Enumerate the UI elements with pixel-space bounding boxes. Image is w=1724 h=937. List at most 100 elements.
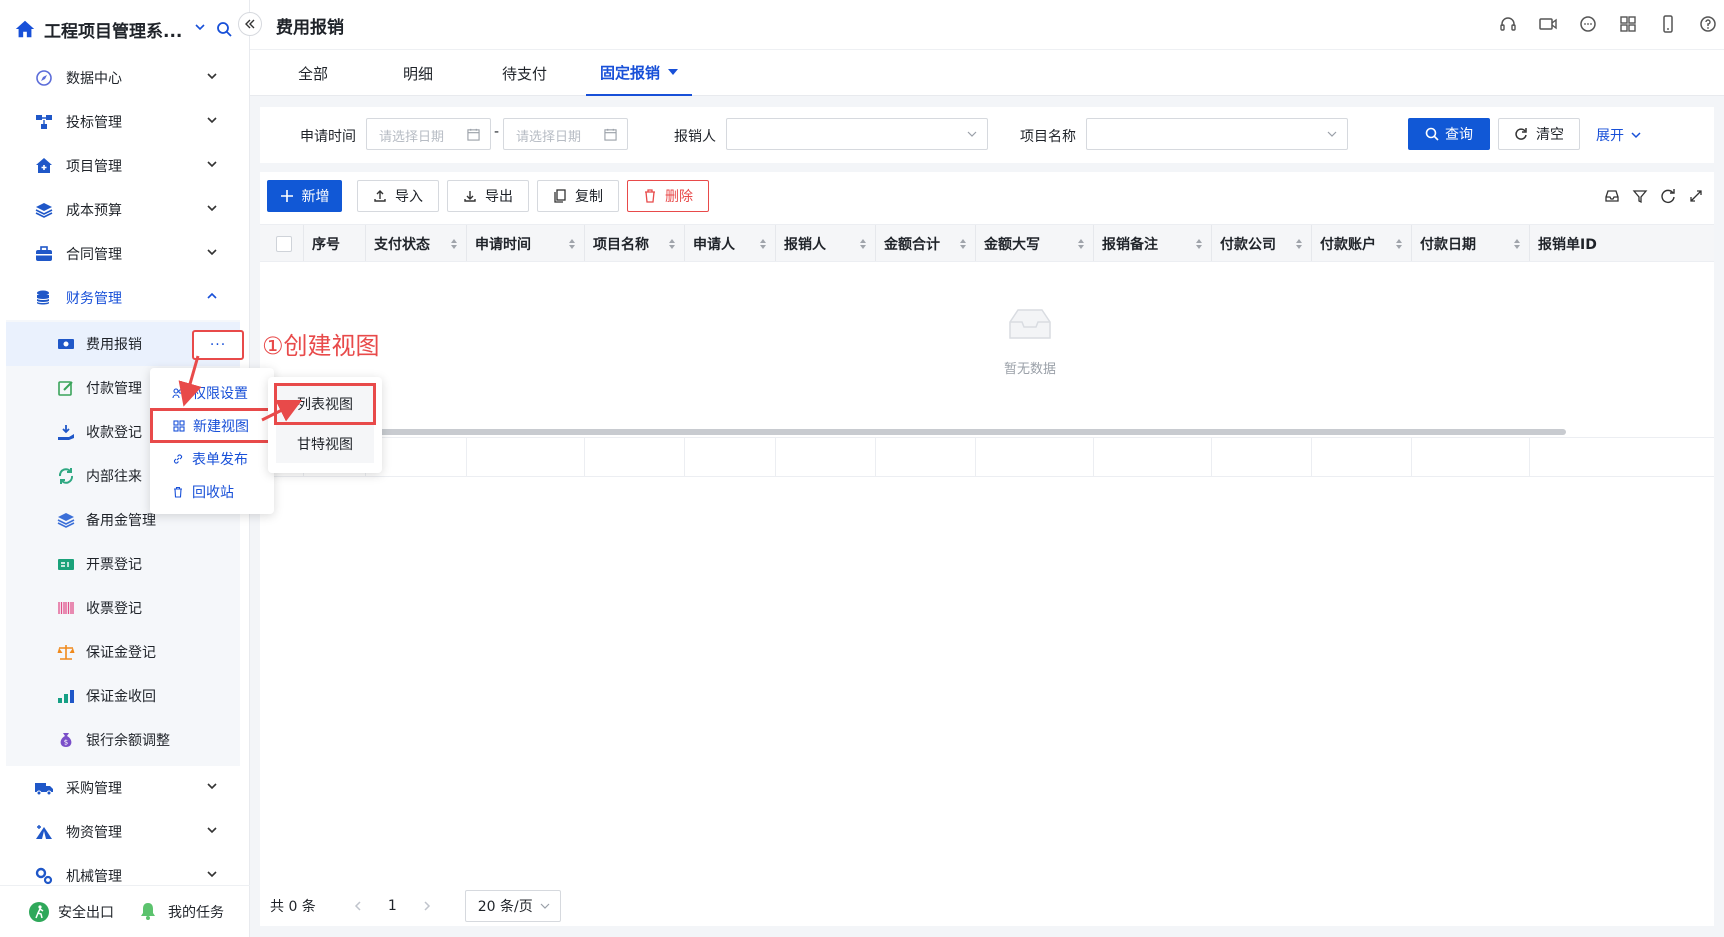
page-size-select[interactable]: 20 条/页 [464,890,561,922]
add-button[interactable]: 新增 [267,180,342,212]
select-all-checkbox[interactable] [276,236,292,252]
column-label: 付款公司 [1220,237,1276,253]
start-date-input[interactable]: 请选择日期 [366,118,491,150]
menu-item-gantt-view[interactable]: 甘特视图 [276,425,374,463]
date-placeholder: 请选择日期 [516,130,582,145]
sort-icon[interactable] [568,238,576,250]
expand-filter-link[interactable]: 展开 [1596,125,1642,145]
sort-icon[interactable] [759,238,767,250]
prev-page-icon[interactable] [352,900,364,912]
menu-item-publish-form[interactable]: 表单发布 [150,442,274,475]
safe-exit-button[interactable]: 安全出口 [28,901,114,923]
filter-icon[interactable] [1632,188,1648,204]
sidebar-item-material[interactable]: 物资管理 [0,810,250,854]
sidebar-item-budget[interactable]: 成本预算 [0,188,250,232]
collapse-sidebar-button[interactable] [238,12,262,36]
dropdown-triangle-icon[interactable] [668,69,679,75]
gears-icon [34,866,54,886]
column-header[interactable]: 金额合计 [876,225,976,261]
sort-icon[interactable] [1077,238,1085,250]
apps-grid-icon[interactable] [1618,14,1638,34]
headset-icon[interactable] [1498,14,1518,34]
column-header[interactable]: 付款日期 [1412,225,1530,261]
sidebar-item-expense-reimburse[interactable]: 费用报销 ··· [6,322,244,366]
table-cell [1212,438,1312,476]
sidebar-item-invoice-receive[interactable]: 收票登记 [6,586,240,630]
chevron-down-icon [207,161,217,168]
column-header[interactable]: 项目名称 [585,225,685,261]
sort-icon[interactable] [959,238,967,250]
chevron-down-icon[interactable] [194,21,206,37]
tab-fixed-reimburse[interactable]: 固定报销 [586,50,693,96]
sidebar-item-deposit-register[interactable]: 保证金登记 [6,630,240,674]
horizontal-scrollbar[interactable] [356,429,1566,435]
upload-icon [373,189,387,203]
brand[interactable]: 工程项目管理系... [14,14,232,44]
download-icon [463,189,477,203]
inbox-icon[interactable] [1604,188,1620,204]
delete-button[interactable]: 删除 [627,180,709,212]
column-header[interactable]: 报销备注 [1094,225,1212,261]
sort-icon[interactable] [859,238,867,250]
column-label: 申请人 [693,237,735,253]
column-label: 金额合计 [884,237,940,253]
sidebar-item-finance[interactable]: 财务管理 [0,276,250,320]
tent-icon [34,822,54,842]
column-header[interactable]: 金额大写 [976,225,1094,261]
menu-item-list-view[interactable]: 列表视图 [274,383,376,425]
column-header[interactable]: 报销单ID [1530,225,1714,261]
sidebar-item-project[interactable]: 项目管理 [0,144,250,188]
sidebar-item-bidding[interactable]: 投标管理 [0,100,250,144]
copy-button[interactable]: 复制 [537,180,619,212]
sort-icon[interactable] [1295,238,1303,250]
sidebar-item-purchase[interactable]: 采购管理 [0,766,250,810]
sort-icon[interactable] [668,238,676,250]
sidebar-item-label: 收款登记 [86,425,142,441]
menu-item-new-view[interactable]: 新建视图 [150,408,274,443]
chat-icon[interactable] [1578,14,1598,34]
sidebar-item-contract[interactable]: 合同管理 [0,232,250,276]
sidebar-item-invoice-issue[interactable]: 开票登记 [6,542,240,586]
tab-detail[interactable]: 明细 [403,50,433,96]
menu-item-recycle-bin[interactable]: 回收站 [150,475,274,508]
current-page[interactable]: 1 [388,898,397,914]
sort-icon[interactable] [1395,238,1403,250]
column-header[interactable]: 申请时间 [467,225,585,261]
next-page-icon[interactable] [421,900,433,912]
empty-state: 暂无数据 [960,304,1100,377]
column-header[interactable]: 支付状态 [366,225,467,261]
menu-item-permissions[interactable]: 权限设置 [150,376,274,409]
fullscreen-icon[interactable] [1688,188,1704,204]
table-panel: 新增 导入 导出 复制 删除 序号 支付状态 申请时间 项目名称 申请人 报销人… [260,172,1714,926]
column-header[interactable]: 申请人 [685,225,776,261]
my-tasks-button[interactable]: 我的任务 [138,901,224,923]
query-button[interactable]: 查询 [1408,118,1490,150]
end-date-input[interactable]: 请选择日期 [503,118,628,150]
column-header[interactable]: 付款公司 [1212,225,1312,261]
column-header[interactable]: 付款账户 [1312,225,1412,261]
sidebar-item-deposit-return[interactable]: 保证金收回 [6,674,240,718]
import-button[interactable]: 导入 [357,180,439,212]
column-header[interactable]: 序号 [304,225,366,261]
money-bag-icon: $ [56,730,76,750]
tab-pending-payment[interactable]: 待支付 [502,50,547,96]
sort-icon[interactable] [1195,238,1203,250]
column-header[interactable]: 报销人 [776,225,876,261]
project-select[interactable] [1086,118,1348,150]
more-options-button[interactable]: ··· [192,330,244,360]
clear-button[interactable]: 清空 [1498,118,1580,150]
search-icon[interactable] [216,21,232,37]
refresh-icon[interactable] [1660,188,1676,204]
mobile-icon[interactable] [1658,14,1678,34]
help-icon[interactable] [1698,14,1718,34]
sort-icon[interactable] [1513,238,1521,250]
sidebar-item-data-center[interactable]: 数据中心 [0,56,250,100]
reporter-select[interactable] [726,118,988,150]
compass-icon [34,68,54,88]
tab-all[interactable]: 全部 [298,50,328,96]
sort-icon[interactable] [450,238,458,250]
menu-item-label: 权限设置 [192,385,248,402]
sidebar-item-bank-balance[interactable]: $ 银行余额调整 [6,718,240,762]
export-button[interactable]: 导出 [447,180,529,212]
video-icon[interactable] [1538,14,1558,34]
